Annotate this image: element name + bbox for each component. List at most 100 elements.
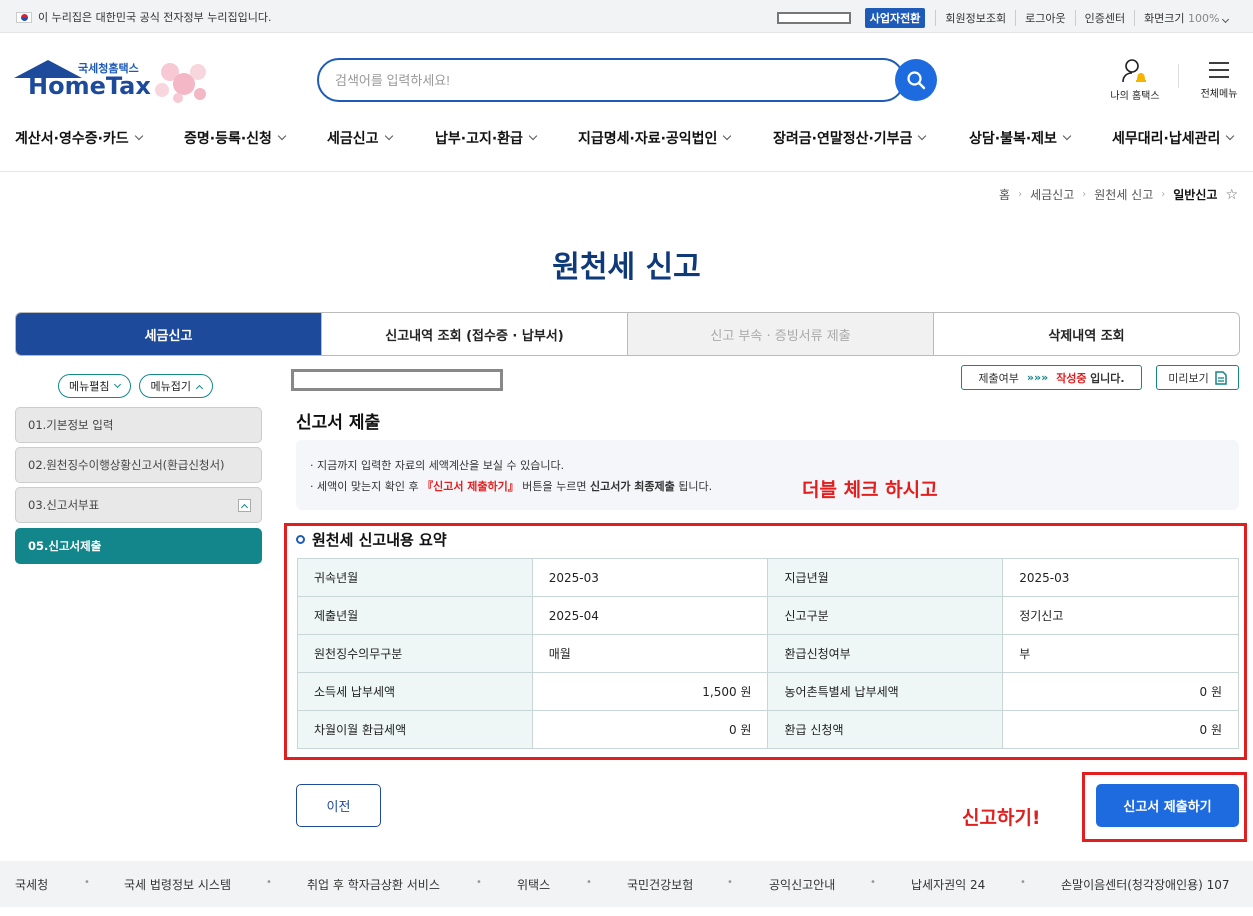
menu-collapse-button[interactable]: 메뉴접기 (139, 374, 213, 398)
preview-button[interactable]: 미리보기 (1156, 365, 1239, 390)
gnb-item-invoice[interactable]: 계산서·영수증·카드 (15, 128, 143, 148)
footer-link[interactable]: 국세청 (15, 876, 48, 893)
gnb-label: 계산서·영수증·카드 (15, 131, 129, 147)
gov-notice: 이 누리집은 대한민국 공식 전자정부 누리집입니다. (16, 9, 272, 25)
my-hometax-label: 나의 홈택스 (1110, 91, 1160, 102)
gnb-item-tax-report[interactable]: 세금신고 (327, 128, 393, 148)
chevron-down-icon (134, 131, 143, 141)
table-cell-label: 귀속년월 (297, 558, 533, 597)
side-step-basic-info[interactable]: 01.기본정보 입력 (15, 407, 262, 443)
tab-tax-report[interactable]: 세금신고 (16, 313, 321, 355)
footer-link[interactable]: 위택스 (517, 876, 550, 893)
footer-separator: • (84, 877, 90, 888)
table-cell-value: 부 (1002, 634, 1239, 673)
footer-separator: • (727, 877, 733, 888)
header: 국세청홈택스 HomeTax 나의 홈택스 전체메뉴 (0, 34, 1253, 122)
footer-link[interactable]: 공익신고안내 (769, 876, 835, 893)
table-cell-value: 정기신고 (1002, 596, 1239, 635)
gnb-item-payment[interactable]: 납부·고지·환급 (435, 128, 538, 148)
notice-text: 버튼을 누르면 (522, 480, 587, 493)
side-step-attachments[interactable]: 03.신고서부표 (15, 487, 262, 523)
side-step-submit[interactable]: 05.신고서제출 (15, 528, 262, 564)
gnb-label: 세무대리·납세관리 (1112, 131, 1221, 147)
cert-center-link[interactable]: 인증센터 (1074, 10, 1134, 26)
menu-toggle-group: 메뉴펼침 메뉴접기 (58, 374, 213, 398)
status-label: 제출여부 (978, 371, 1019, 385)
gnb-label: 장려금·연말정산·기부금 (773, 131, 913, 147)
submit-report-button[interactable]: 신고서 제출하기 (1096, 784, 1239, 827)
table-cell-label: 환급 신청액 (767, 710, 1004, 749)
breadcrumb-withholding[interactable]: 원천세 신고 (1094, 186, 1153, 203)
menu-expand-label: 메뉴펼침 (69, 380, 110, 393)
footer-link[interactable]: 취업 후 학자금상환 서비스 (307, 876, 440, 893)
notice-line-2: · 세액이 맞는지 확인 후 『신고서 제출하기』 버튼을 누르면 신고서가 최… (310, 480, 713, 493)
gnb-item-statement[interactable]: 지급명세·자료·공익법인 (578, 128, 732, 148)
tab-deleted-history[interactable]: 삭제내역 조회 (933, 313, 1239, 355)
table-cell-value: 1,500 원 (531, 672, 769, 711)
notice-highlight: 『신고서 제출하기』 (422, 480, 519, 493)
tab-bar: 세금신고 신고내역 조회 (접수증 · 납부서) 신고 부속 · 증빙서류 제출… (15, 312, 1240, 356)
preview-label: 미리보기 (1168, 371, 1209, 385)
table-row: 소득세 납부세액 1,500 원 농어촌특별세 납부세액 0 원 (297, 672, 1239, 711)
table-cell-label: 신고구분 (767, 596, 1004, 635)
table-row: 제출년월 2025-04 신고구분 정기신고 (297, 596, 1239, 635)
favorite-star-icon[interactable]: ☆ (1225, 187, 1238, 203)
gnb-item-incentive[interactable]: 장려금·연말정산·기부금 (773, 128, 927, 148)
notice-line-1: · 지금까지 입력한 자료의 세액계산을 보실 수 있습니다. (310, 459, 565, 472)
side-step-withholding-report[interactable]: 02.원천징수이행상황신고서(환급신청서) (15, 447, 262, 483)
gnb-item-agent[interactable]: 세무대리·납세관리 (1112, 128, 1235, 148)
search-input[interactable] (319, 60, 903, 100)
search-button[interactable] (895, 59, 937, 101)
chevron-down-icon (723, 131, 732, 141)
breadcrumb-separator-icon: › (1161, 189, 1166, 200)
section-title: 신고서 제출 (296, 413, 381, 433)
footer-link[interactable]: 납세자권익 24 (911, 876, 985, 893)
menu-collapse-label: 메뉴접기 (150, 380, 191, 393)
table-cell-value: 2025-04 (531, 596, 769, 635)
user-bell-icon (1122, 59, 1146, 83)
member-info-link[interactable]: 회원정보조회 (935, 10, 1015, 26)
my-hometax-button[interactable]: 나의 홈택스 (1102, 58, 1168, 102)
breadcrumb-home[interactable]: 홈 (999, 186, 1010, 203)
all-menu-button[interactable]: 전체메뉴 (1193, 58, 1245, 100)
zoom-control[interactable]: 화면크기 100% (1134, 10, 1237, 26)
breadcrumb: 홈 › 세금신고 › 원천세 신고 › 일반신고 ☆ (999, 186, 1238, 203)
hamburger-icon (1209, 62, 1229, 78)
collapse-up-icon[interactable] (238, 499, 251, 512)
prev-button[interactable]: 이전 (296, 784, 381, 827)
gnb-item-consult[interactable]: 상담·불복·제보 (969, 128, 1072, 148)
zoom-value: 100% (1188, 12, 1220, 25)
tab-attachment-submit: 신고 부속 · 증빙서류 제출 (627, 313, 933, 355)
breadcrumb-separator-icon: › (1082, 189, 1087, 200)
global-nav: 계산서·영수증·카드 증명·등록·신청 세금신고 납부·고지·환급 지급명세·자… (0, 122, 1253, 172)
chevron-down-icon (918, 131, 927, 141)
logout-link[interactable]: 로그아웃 (1015, 10, 1074, 26)
masked-username (776, 12, 851, 24)
annotation-double-check: 더블 체크 하시고 (802, 479, 938, 501)
table-cell-value: 매월 (531, 634, 769, 673)
breadcrumb-separator-icon: › (1018, 189, 1023, 200)
footer-link[interactable]: 국민건강보험 (627, 876, 693, 893)
status-state: 작성중 (1056, 371, 1087, 385)
hometax-logo[interactable]: 국세청홈택스 HomeTax (14, 56, 214, 108)
page-title: 원천세 신고 (552, 250, 701, 285)
side-step-label: 03.신고서부표 (28, 498, 100, 512)
table-cell-value: 0 원 (1002, 672, 1239, 711)
gnb-item-certificate[interactable]: 증명·등록·신청 (184, 128, 287, 148)
breadcrumb-current: 일반신고 (1173, 188, 1218, 202)
gnb-label: 지급명세·자료·공익법인 (578, 131, 718, 147)
tab-report-history[interactable]: 신고내역 조회 (접수증 · 납부서) (321, 313, 627, 355)
breadcrumb-tax-report[interactable]: 세금신고 (1030, 186, 1074, 203)
chevron-down-icon (114, 380, 122, 388)
table-cell-value: 0 원 (1002, 710, 1239, 749)
footer-link[interactable]: 국세 법령정보 시스템 (124, 876, 231, 893)
chevron-down-icon (1226, 131, 1235, 141)
table-row: 귀속년월 2025-03 지급년월 2025-03 (297, 558, 1239, 597)
table-cell-value: 2025-03 (531, 558, 769, 597)
table-cell-value: 2025-03 (1002, 558, 1239, 597)
annotation-submit: 신고하기! (962, 807, 1041, 829)
document-icon (1214, 370, 1227, 385)
menu-expand-button[interactable]: 메뉴펼침 (58, 374, 132, 398)
footer-link[interactable]: 손말이음센터(청각장애인용) 107 (1061, 876, 1230, 893)
business-switch-button[interactable]: 사업자전환 (864, 8, 926, 28)
